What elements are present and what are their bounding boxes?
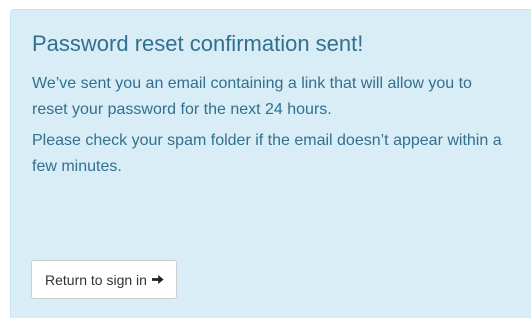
alert-title: Password reset confirmation sent! — [32, 31, 364, 56]
return-to-sign-in-label: Return to sign in — [45, 271, 147, 288]
alert-message-email-sent: We’ve sent you an email containing a lin… — [32, 75, 472, 118]
arrow-right-icon — [151, 274, 164, 285]
return-to-sign-in-button[interactable]: Return to sign in — [31, 260, 177, 299]
alert-message-spam-hint: Please check your spam folder if the ema… — [32, 132, 502, 175]
